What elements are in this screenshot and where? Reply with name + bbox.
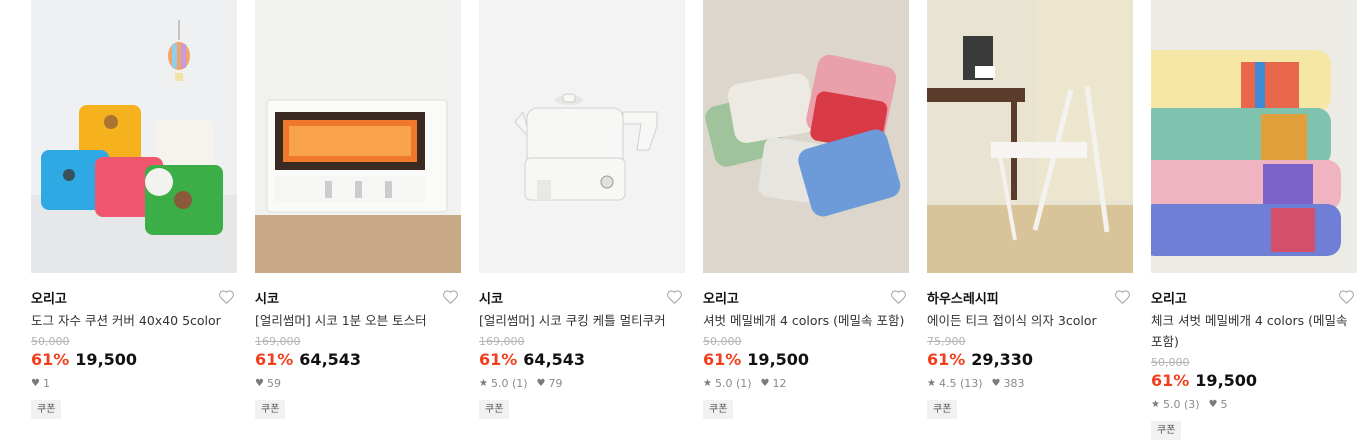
rating: 5.0 (1) xyxy=(490,377,528,390)
brand-name[interactable]: 하우스레시피 xyxy=(927,292,999,307)
coupon-badge: 쿠폰 xyxy=(703,400,734,419)
sale-price: 19,500 xyxy=(1195,371,1258,390)
sale-price: 19,500 xyxy=(747,350,810,369)
like-heart-icon: ♥ xyxy=(255,378,264,389)
original-price: 50,000 xyxy=(31,335,70,348)
wishlist-heart-icon[interactable] xyxy=(1338,289,1355,305)
discount-rate: 61% xyxy=(31,350,70,369)
like-heart-icon: ♥ xyxy=(991,378,1001,389)
discount-rate: 61% xyxy=(479,350,518,369)
product-card[interactable]: 하우스레시피 에이든 티크 접이식 의자 3color 75,900 61% 29… xyxy=(927,0,1133,419)
like-count: 383 xyxy=(1003,377,1025,390)
discount-rate: 61% xyxy=(255,350,294,369)
star-icon: ★ xyxy=(1151,399,1160,410)
coupon-badge: 쿠폰 xyxy=(255,400,286,419)
sale-price: 19,500 xyxy=(75,350,138,369)
product-title[interactable]: 체크 셔벗 메밀베개 4 colors (메밀속 포함) xyxy=(1151,310,1357,352)
like-count: 79 xyxy=(548,377,563,390)
brand-name[interactable]: 오리고 xyxy=(703,292,739,307)
sale-price: 64,543 xyxy=(523,350,586,369)
coupon-badge: 쿠폰 xyxy=(31,400,62,419)
wishlist-heart-icon[interactable] xyxy=(1114,289,1131,305)
rating: 5.0 (1) xyxy=(714,377,752,390)
coupon-badge: 쿠폰 xyxy=(927,400,958,419)
coupon-badge: 쿠폰 xyxy=(1151,421,1182,440)
sale-price: 29,330 xyxy=(971,350,1034,369)
product-title[interactable]: [얼리썸머] 시코 1분 오븐 토스터 xyxy=(255,310,461,331)
original-price: 75,900 xyxy=(927,335,966,348)
product-image[interactable] xyxy=(31,0,237,273)
product-image[interactable] xyxy=(1151,0,1357,273)
original-price: 169,000 xyxy=(479,335,525,348)
product-title[interactable]: 도그 자수 쿠션 커버 40x40 5color xyxy=(31,310,237,331)
wishlist-heart-icon[interactable] xyxy=(890,289,907,305)
brand-name[interactable]: 오리고 xyxy=(31,292,67,307)
discount-rate: 61% xyxy=(703,350,742,369)
original-price: 169,000 xyxy=(255,335,301,348)
wishlist-heart-icon[interactable] xyxy=(218,289,235,305)
original-price: 50,000 xyxy=(1151,356,1190,369)
brand-name[interactable]: 오리고 xyxy=(1151,292,1187,307)
rating: 4.5 (13) xyxy=(938,377,983,390)
product-title[interactable]: [얼리썸머] 시코 쿠킹 케틀 멀티쿠커 xyxy=(479,310,685,331)
like-count: 12 xyxy=(772,377,787,390)
product-card[interactable]: 오리고 셔벗 메밀베개 4 colors (메밀속 포함) 50,000 61%… xyxy=(703,0,909,419)
original-price: 50,000 xyxy=(703,335,742,348)
rating: 5.0 (3) xyxy=(1162,398,1200,411)
product-card[interactable]: 오리고 도그 자수 쿠션 커버 40x40 5color 50,000 61% 1… xyxy=(31,0,237,419)
coupon-badge: 쿠폰 xyxy=(479,400,510,419)
discount-rate: 61% xyxy=(927,350,966,369)
product-image[interactable] xyxy=(255,0,461,273)
star-icon: ★ xyxy=(703,378,712,389)
product-image[interactable] xyxy=(927,0,1133,273)
like-count: 1 xyxy=(42,377,50,390)
like-heart-icon: ♥ xyxy=(536,378,546,389)
wishlist-heart-icon[interactable] xyxy=(442,289,459,305)
like-heart-icon: ♥ xyxy=(1208,399,1218,410)
discount-rate: 61% xyxy=(1151,371,1190,390)
product-card[interactable]: 시코 [얼리썸머] 시코 쿠킹 케틀 멀티쿠커 169,000 61% 64,54… xyxy=(479,0,685,419)
product-title[interactable]: 에이든 티크 접이식 의자 3color xyxy=(927,310,1133,331)
sale-price: 64,543 xyxy=(299,350,362,369)
product-image[interactable] xyxy=(703,0,909,273)
product-card[interactable]: 시코 [얼리썸머] 시코 1분 오븐 토스터 169,000 61% 64,543… xyxy=(255,0,461,419)
star-icon: ★ xyxy=(927,378,936,389)
product-title[interactable]: 셔벗 메밀베개 4 colors (메밀속 포함) xyxy=(703,310,909,331)
like-count: 59 xyxy=(266,377,281,390)
product-card[interactable]: 오리고 체크 셔벗 메밀베개 4 colors (메밀속 포함) 50,000 … xyxy=(1151,0,1357,440)
star-icon: ★ xyxy=(479,378,488,389)
wishlist-heart-icon[interactable] xyxy=(666,289,683,305)
brand-name[interactable]: 시코 xyxy=(479,292,503,307)
like-count: 5 xyxy=(1220,398,1228,411)
product-image[interactable] xyxy=(479,0,685,273)
brand-name[interactable]: 시코 xyxy=(255,292,279,307)
like-heart-icon: ♥ xyxy=(31,378,40,389)
like-heart-icon: ♥ xyxy=(760,378,770,389)
